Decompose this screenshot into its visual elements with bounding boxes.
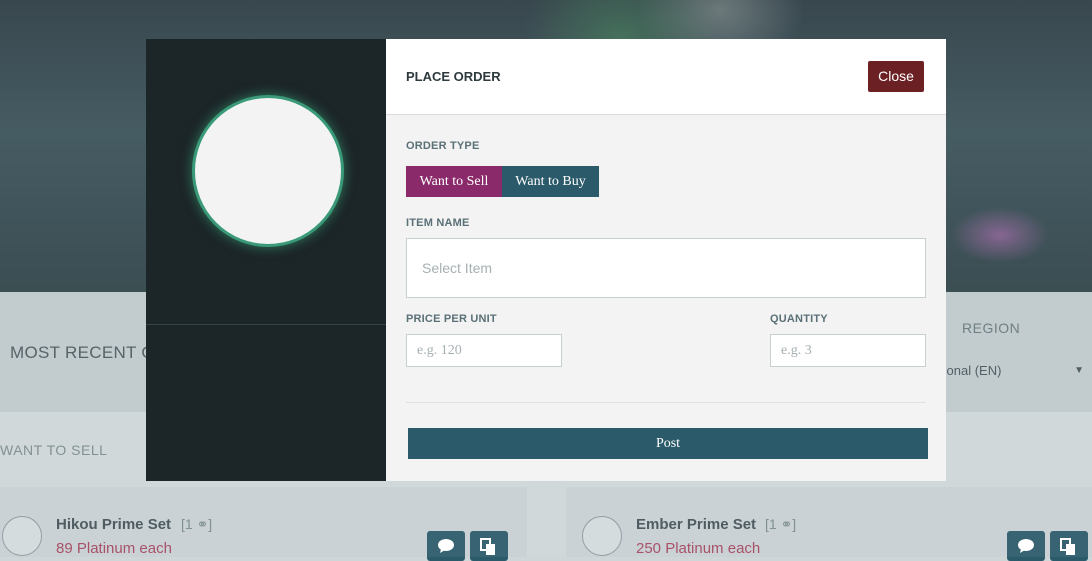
item-preview-avatar xyxy=(192,95,344,247)
form-divider xyxy=(406,402,926,403)
want-to-buy-toggle[interactable]: Want to Buy xyxy=(502,166,599,197)
dialog-header: PLACE ORDER Close xyxy=(386,39,946,115)
side-panel-divider xyxy=(146,324,386,325)
quantity-label: QUANTITY xyxy=(770,313,828,325)
modal-side-panel xyxy=(146,39,386,481)
quantity-input[interactable]: e.g. 3 xyxy=(770,334,926,367)
post-button[interactable]: Post xyxy=(408,428,928,459)
price-per-unit-label: PRICE PER UNIT xyxy=(406,313,497,325)
item-name-label: ITEM NAME xyxy=(406,217,470,229)
item-select-input[interactable]: Select Item xyxy=(406,238,926,298)
want-to-sell-toggle[interactable]: Want to Sell xyxy=(406,166,502,197)
dialog-title: PLACE ORDER xyxy=(406,69,501,84)
order-type-label: ORDER TYPE xyxy=(406,140,480,152)
close-button[interactable]: Close xyxy=(868,61,924,92)
price-input[interactable]: e.g. 120 xyxy=(406,334,562,367)
place-order-dialog: PLACE ORDER Close ORDER TYPE Want to Sel… xyxy=(386,39,946,481)
